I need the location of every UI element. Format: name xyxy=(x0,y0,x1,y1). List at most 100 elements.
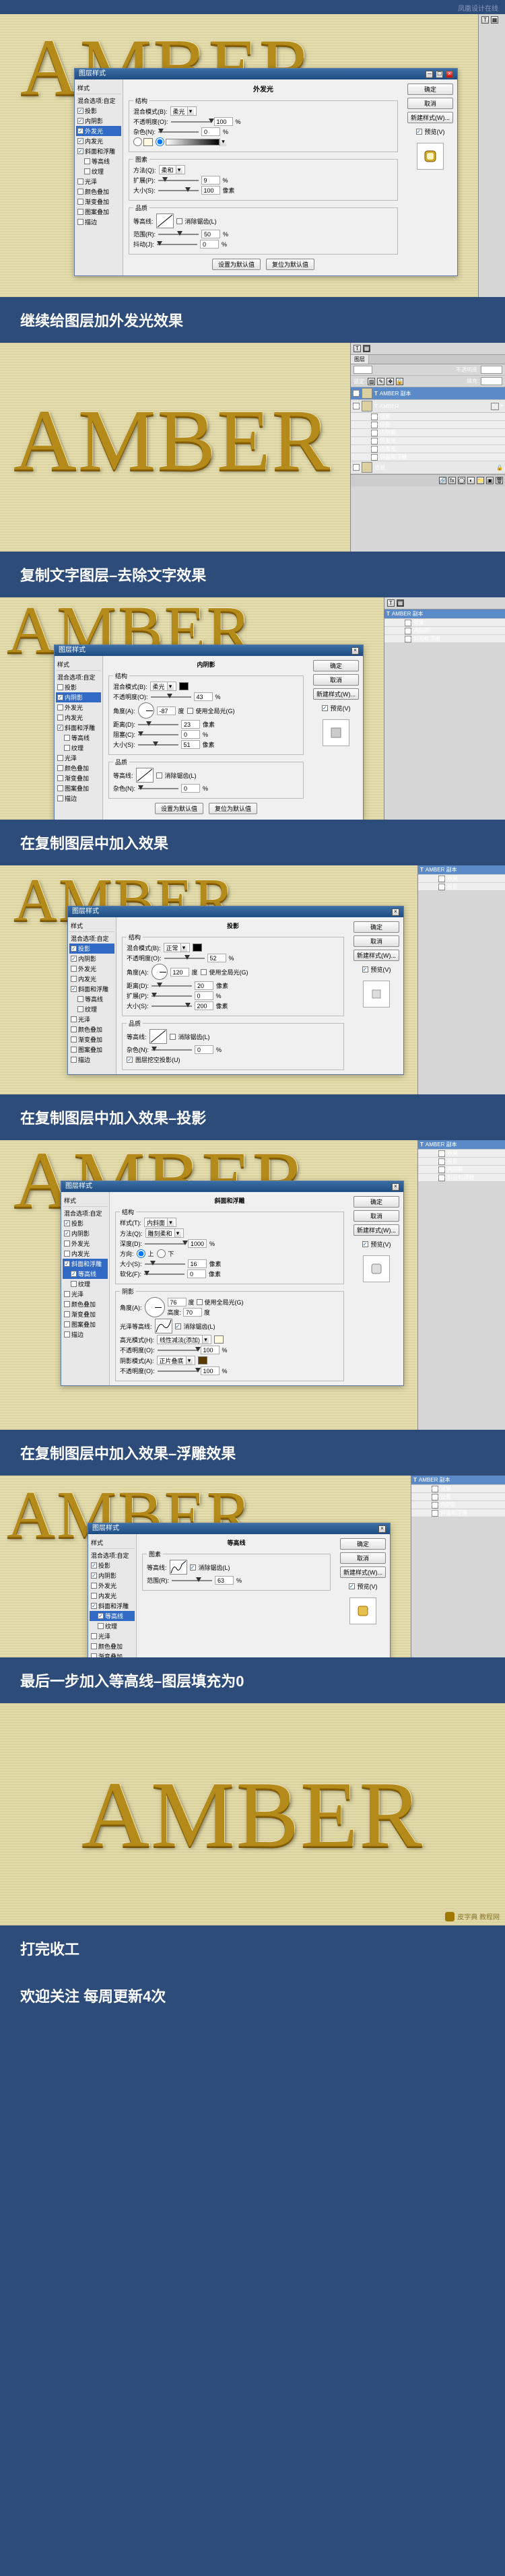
global-light-checkbox[interactable] xyxy=(197,1299,203,1305)
fx-sub[interactable]: 👁内阴影 xyxy=(384,627,505,635)
new-style-button[interactable]: 新建样式(W)... xyxy=(313,688,359,700)
depth-field[interactable]: 1000 xyxy=(188,1239,207,1248)
cancel-button[interactable]: 取消 xyxy=(340,1552,386,1564)
fx-sub[interactable]: 👁投影 xyxy=(351,421,505,429)
slider[interactable] xyxy=(138,741,178,748)
preview-checkbox[interactable]: ✓ xyxy=(416,129,422,135)
blend-mode-select[interactable]: 正常▾ xyxy=(164,943,190,952)
angle-field[interactable]: 76 xyxy=(168,1298,187,1307)
new-style-button[interactable]: 新建样式(W)... xyxy=(340,1566,386,1578)
spread-field[interactable]: 9 xyxy=(201,176,220,185)
checkbox-icon[interactable]: ✓ xyxy=(77,128,83,134)
angle-dial[interactable] xyxy=(138,702,154,719)
style-contour-sub[interactable]: 等高线 xyxy=(56,733,101,743)
style-gradient-overlay[interactable]: 渐变叠加 xyxy=(76,197,121,207)
style-drop-shadow[interactable]: 投影 xyxy=(56,682,101,692)
style-satin[interactable]: 光泽 xyxy=(56,753,101,763)
size-slider[interactable] xyxy=(158,187,199,194)
contour-picker[interactable] xyxy=(136,768,154,783)
trash-icon[interactable]: 🗑 xyxy=(496,477,503,484)
color-swatch[interactable] xyxy=(143,138,153,146)
layer-row[interactable]: 👁 T AMBER 副本 xyxy=(351,387,505,400)
dialog-titlebar[interactable]: 图层样式 ─ ☐ × xyxy=(75,69,457,79)
size-field[interactable]: 51 xyxy=(181,740,200,749)
visibility-icon[interactable]: 👁 xyxy=(405,636,411,642)
checkbox-icon[interactable]: ✓ xyxy=(77,138,83,144)
visibility-icon[interactable]: 👁 xyxy=(353,403,360,409)
ok-button[interactable]: 确定 xyxy=(313,660,359,671)
style-bevel[interactable]: ✓斜面和浮雕 xyxy=(63,1259,108,1269)
layer-row[interactable]: TAMBER 副本 xyxy=(418,1140,505,1150)
style-outer-glow[interactable]: 外发光 xyxy=(69,964,114,974)
style-blend-options[interactable]: 混合选项:自定 xyxy=(56,672,101,682)
make-default-button[interactable]: 设置为默认值 xyxy=(212,259,261,270)
tool-icon[interactable]: T xyxy=(354,345,361,352)
style-drop-shadow[interactable]: ✓投影 xyxy=(69,944,114,954)
noise-field[interactable]: 0 xyxy=(201,127,220,136)
style-bevel[interactable]: ✓斜面和浮雕 xyxy=(76,146,121,156)
checkbox-icon[interactable] xyxy=(77,219,83,225)
style-stroke[interactable]: 描边 xyxy=(76,217,121,227)
slider[interactable] xyxy=(138,721,178,728)
style-inner-glow[interactable]: 内发光 xyxy=(69,974,114,984)
visibility-icon[interactable]: 👁 xyxy=(405,620,411,626)
jitter-field[interactable]: 0 xyxy=(200,240,219,249)
antialias-checkbox[interactable]: ✓ xyxy=(175,1323,181,1329)
lock-transparency-icon[interactable]: ▨ xyxy=(368,378,375,385)
opacity-field[interactable]: 100 xyxy=(214,117,233,126)
mask-icon[interactable]: ◯ xyxy=(458,477,465,484)
opacity-slider[interactable] xyxy=(171,119,211,125)
global-light-checkbox[interactable] xyxy=(187,708,193,714)
contour-picker[interactable] xyxy=(170,1560,187,1575)
style-pattern-overlay[interactable]: 图案叠加 xyxy=(56,783,101,793)
maximize-icon[interactable]: ☐ xyxy=(436,71,443,78)
blend-mode-select[interactable]: 柔光▾ xyxy=(150,682,176,691)
style-drop-shadow[interactable]: ✓投影 xyxy=(76,106,121,116)
opacity-field[interactable]: 52 xyxy=(207,954,226,962)
checkbox-icon[interactable]: ✓ xyxy=(57,694,63,700)
checkbox-icon[interactable] xyxy=(57,795,63,801)
style-select[interactable]: 内斜面▾ xyxy=(144,1218,176,1227)
gradient-ramp[interactable] xyxy=(166,139,220,145)
fx-sub[interactable]: 👁效果 xyxy=(418,875,505,883)
checkbox-icon[interactable] xyxy=(84,158,90,164)
style-outer-glow[interactable]: 外发光 xyxy=(56,702,101,713)
range-slider[interactable] xyxy=(158,231,199,238)
style-outer-glow[interactable]: ✓外发光 xyxy=(76,126,121,136)
close-icon[interactable]: × xyxy=(392,909,399,916)
opacity-field[interactable]: 100%▸ xyxy=(481,366,502,374)
antialias-checkbox[interactable] xyxy=(170,1034,176,1040)
layer-row[interactable]: TAMBER 副本 xyxy=(418,865,505,875)
tool-icon[interactable]: ▦ xyxy=(363,345,370,352)
lock-position-icon[interactable]: ✥ xyxy=(386,378,394,385)
style-texture-sub[interactable]: 纹理 xyxy=(76,166,121,176)
color-swatch[interactable] xyxy=(179,682,189,690)
preview-checkbox[interactable]: ✓ xyxy=(362,966,368,972)
lock-pixels-icon[interactable]: ✎ xyxy=(377,378,384,385)
style-inner-shadow[interactable]: ✓内阴影 xyxy=(56,692,101,702)
technique-select[interactable]: 柔和▾ xyxy=(159,165,185,174)
contour-picker[interactable] xyxy=(156,213,174,228)
style-inner-glow[interactable]: 内发光 xyxy=(56,713,101,723)
preview-checkbox[interactable]: ✓ xyxy=(349,1583,355,1589)
fx-sub[interactable]: 👁内发光 xyxy=(351,445,505,453)
reset-default-button[interactable]: 复位为默认值 xyxy=(209,803,257,814)
altitude-field[interactable]: 70 xyxy=(183,1308,202,1317)
spread-slider[interactable] xyxy=(158,177,199,184)
cancel-button[interactable]: 取消 xyxy=(354,935,399,947)
size-field[interactable]: 100 xyxy=(201,186,220,195)
style-blend-options[interactable]: 混合选项:自定 xyxy=(69,933,114,944)
global-light-checkbox[interactable] xyxy=(201,969,207,975)
opacity-field[interactable]: 43 xyxy=(194,692,213,701)
style-inner-shadow[interactable]: ✓内阴影 xyxy=(69,954,114,964)
soften-field[interactable]: 0 xyxy=(187,1269,206,1278)
ok-button[interactable]: 确定 xyxy=(407,84,453,95)
style-contour-sub[interactable]: 等高线 xyxy=(76,156,121,166)
dialog-titlebar[interactable]: 图层样式 × xyxy=(55,645,363,656)
color-swatch[interactable] xyxy=(214,1335,224,1344)
antialias-checkbox[interactable]: ✓ xyxy=(190,1564,196,1571)
checkbox-icon[interactable] xyxy=(57,704,63,711)
fx-sub[interactable]: 👁投影 xyxy=(418,883,505,891)
slider[interactable] xyxy=(138,731,178,738)
style-satin[interactable]: 光泽 xyxy=(76,176,121,187)
